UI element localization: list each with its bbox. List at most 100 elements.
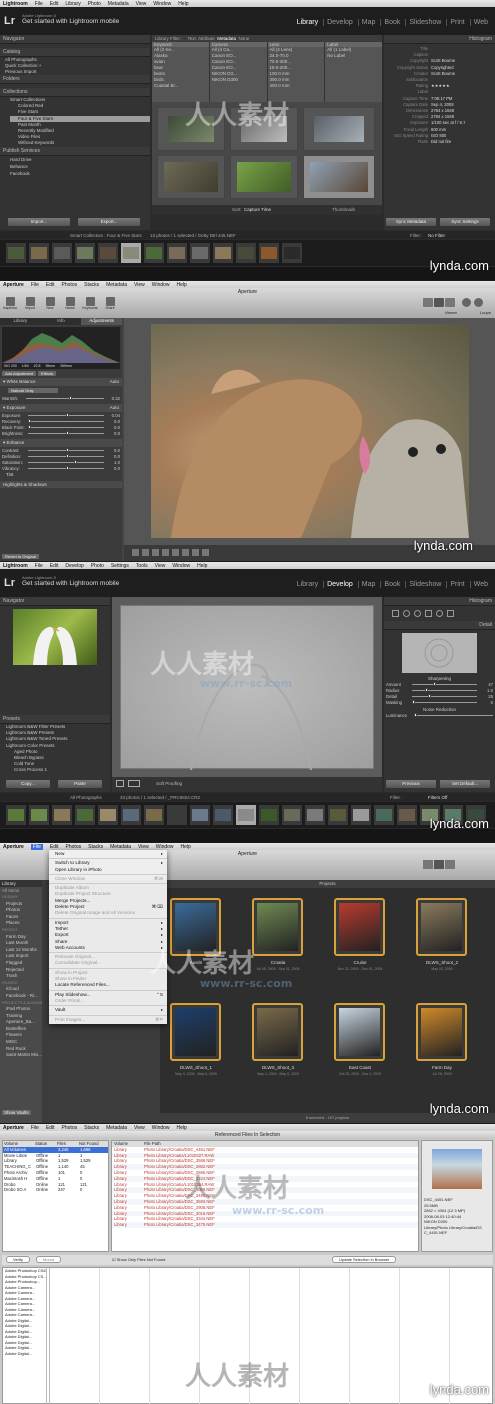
filter-preset-select[interactable]: No Filter — [428, 233, 445, 238]
retouch-tool-icon[interactable] — [192, 549, 199, 556]
menu-file-open[interactable]: File — [30, 843, 43, 850]
detail-header[interactable]: Detail — [384, 621, 495, 630]
previous-button[interactable]: Previous — [386, 780, 436, 788]
filmstrip-thumbnail[interactable] — [144, 243, 164, 263]
menu-help[interactable]: Help — [178, 1, 188, 7]
module-library[interactable]: Library — [294, 19, 321, 26]
filter-row[interactable]: Coastal Br... — [154, 83, 209, 89]
menu-metadata[interactable]: Metadata — [110, 844, 131, 850]
slider-value[interactable]: 1.0 — [106, 460, 120, 465]
menu-app[interactable]: Aperture — [3, 844, 24, 850]
source-list-item[interactable]: Flagged — [2, 960, 42, 967]
project-folder[interactable] — [334, 1003, 385, 1061]
table-row[interactable]: Library Photo Library/Croatia/DSC_3475.NE… — [112, 1222, 418, 1228]
module-book[interactable]: Book — [380, 581, 403, 588]
slider-value[interactable]: 1.0 — [479, 688, 493, 693]
project-name[interactable]: East Coast — [330, 1065, 390, 1070]
menu-edit[interactable]: Edit — [46, 282, 55, 288]
filmstrip-thumbnail[interactable] — [167, 805, 187, 825]
filmstrip-thumbnail[interactable] — [29, 243, 49, 263]
brush-icon[interactable] — [447, 610, 454, 617]
sort-select[interactable]: Capture Time — [244, 207, 271, 212]
show-not-found-checkbox[interactable]: ☑ Show Only Files Not Found — [112, 1257, 165, 1262]
filmstrip-thumbnail[interactable] — [144, 805, 164, 825]
menu-help[interactable]: Help — [197, 563, 207, 569]
navigator-header[interactable]: Navigator — [0, 597, 110, 606]
menu-metadata[interactable]: Metadata — [106, 1125, 127, 1131]
sync-metadata-button[interactable]: Sync Metadata — [386, 218, 436, 226]
white-balance-header[interactable]: ▾ White Balance Auto — [0, 378, 122, 386]
module-develop[interactable]: Develop — [323, 581, 356, 588]
menu-window[interactable]: Window — [172, 563, 190, 569]
graduated-filter-icon[interactable] — [425, 610, 432, 617]
source-list-item[interactable]: Aperture_Ba... — [2, 1019, 42, 1026]
menu-edit[interactable]: Edit — [50, 563, 59, 569]
project-folder[interactable] — [416, 1003, 467, 1061]
all-items[interactable]: All Items — [0, 887, 42, 894]
project-folder[interactable] — [334, 898, 385, 956]
module-slideshow[interactable]: Slideshow — [405, 19, 444, 26]
toolbar-item[interactable]: Inspector — [2, 297, 18, 310]
toolbar-item[interactable]: Share — [102, 297, 118, 310]
menu-view[interactable]: View — [155, 563, 166, 569]
source-list-item[interactable]: MISC — [2, 1039, 42, 1046]
filmstrip-thumbnail[interactable] — [236, 243, 256, 263]
file-menu-item[interactable]: Vault ▸ — [49, 1007, 167, 1013]
rotate-tool-icon[interactable] — [142, 549, 149, 556]
copy-button[interactable]: Copy... — [6, 780, 50, 788]
menu-help[interactable]: Help — [177, 1125, 187, 1131]
filter-row[interactable]: NIKON D300 — [212, 77, 267, 83]
filmstrip-thumbnail[interactable] — [98, 243, 118, 263]
before-after-icon[interactable] — [128, 780, 140, 787]
view-mode-button[interactable] — [423, 298, 433, 307]
luminance-slider-knob[interactable] — [414, 713, 417, 717]
filmstrip-thumbnail[interactable] — [190, 805, 210, 825]
tab-library[interactable]: Library — [0, 318, 41, 325]
view-mode-button[interactable] — [434, 298, 444, 307]
column-rows[interactable]: All (2 Ke... Alaska avian bear bears bir… — [152, 47, 209, 89]
view-mode-button[interactable] — [445, 860, 455, 869]
module-print[interactable]: Print — [446, 581, 467, 588]
effects-popup[interactable]: Effects — [38, 371, 57, 376]
source-list-item[interactable]: Last 12 Months — [2, 947, 42, 954]
slider-knob[interactable] — [432, 682, 436, 686]
menu-stacks[interactable]: Stacks — [84, 282, 99, 288]
slider-value[interactable]: 0.0 — [106, 425, 120, 430]
menu-photos[interactable]: Photos — [62, 1125, 78, 1131]
slider-track[interactable] — [28, 431, 104, 435]
slider-track[interactable] — [412, 688, 477, 692]
flip-tool-icon[interactable] — [172, 549, 179, 556]
menu-view[interactable]: View — [136, 1, 147, 7]
source-list-item[interactable]: Last Import — [2, 953, 42, 960]
publish-facebook[interactable]: Facebook — [10, 170, 150, 177]
menu-app[interactable]: Lightroom — [3, 563, 28, 569]
menu-photos[interactable]: Photos — [62, 282, 78, 288]
add-adjustment-popup[interactable]: Add Adjustment — [2, 371, 37, 376]
filmstrip-thumbnail[interactable] — [351, 805, 371, 825]
filmstrip-thumbnail[interactable] — [259, 243, 279, 263]
menu-window[interactable]: Window — [152, 1125, 170, 1131]
revert-to-original-button[interactable]: Revert to Original — [2, 554, 40, 559]
menu-view[interactable]: View — [134, 282, 145, 288]
filter-tab-metadata[interactable]: Metadata — [217, 36, 236, 41]
white-balance-mode[interactable]: Natural Gray — [8, 388, 58, 393]
filmstrip-thumbnail[interactable] — [213, 243, 233, 263]
view-mode-button[interactable] — [434, 860, 444, 869]
slider-knob[interactable] — [66, 454, 69, 458]
filmstrip-thumbnail[interactable] — [52, 805, 72, 825]
slider-track[interactable] — [28, 454, 104, 458]
source-list-item[interactable]: Butterflies — [2, 1026, 42, 1033]
view-mode-button[interactable] — [423, 860, 433, 869]
filter-row[interactable]: 400.0 mm — [270, 83, 325, 89]
navigator-preview[interactable] — [13, 609, 97, 665]
module-web[interactable]: Web — [469, 581, 491, 588]
slider-track[interactable] — [412, 700, 477, 704]
source-list-item[interactable]: iCloud — [2, 986, 42, 993]
grid-cell[interactable] — [157, 155, 225, 199]
menu-stacks[interactable]: Stacks — [84, 1125, 99, 1131]
module-develop[interactable]: Develop — [323, 19, 356, 26]
filmstrip-source[interactable]: All Photographs — [70, 795, 102, 800]
slider-value[interactable]: 0 — [479, 700, 493, 705]
browser-item[interactable]: Adobe Photoshop CS6 — [5, 1268, 46, 1274]
metadata-field-value[interactable]: Scott Bourne — [431, 71, 455, 77]
